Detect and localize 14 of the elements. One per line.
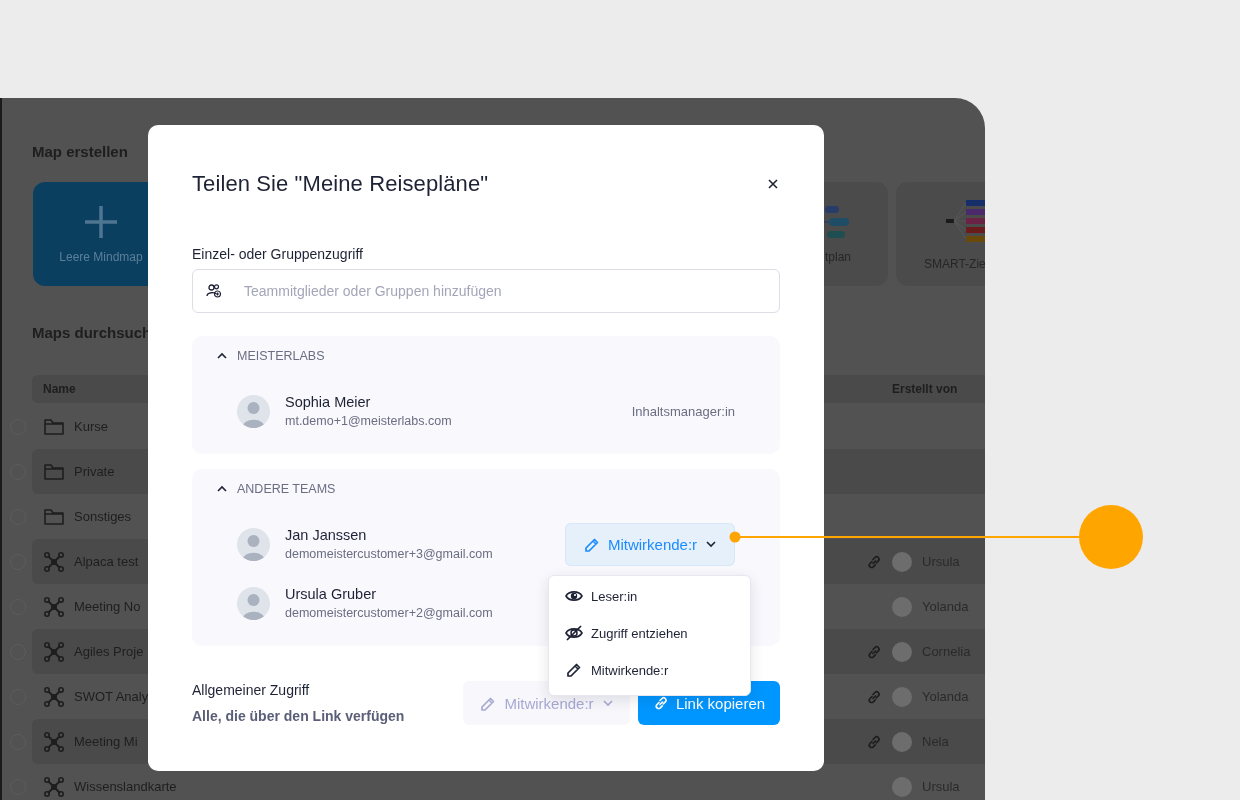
member-email: mt.demo+1@meisterlabs.com: [285, 414, 452, 428]
access-description: Alle, die über den Link verfügen: [192, 708, 406, 724]
field-label: Einzel- oder Gruppenzugriff: [192, 246, 364, 263]
member-name: Jan Janssen: [285, 527, 367, 543]
template-label: Leere Mindmap: [59, 250, 143, 264]
member-name: Ursula Gruber: [285, 586, 377, 602]
member-name: Sophia Meier: [285, 394, 371, 410]
role-label: Inhaltsmanager:in: [631, 403, 735, 419]
section-title: Allgemeiner Zugriff: [192, 682, 311, 698]
team-name: ANDERE TEAMS: [237, 482, 336, 496]
dialog-title: Teilen Sie "Meine Reisepläne": [192, 171, 489, 197]
team-name: MEISTERLABS: [237, 349, 325, 363]
member-email: demomeistercustomer+2@gmail.com: [285, 606, 493, 620]
member-email: demomeistercustomer+3@gmail.com: [285, 547, 493, 561]
